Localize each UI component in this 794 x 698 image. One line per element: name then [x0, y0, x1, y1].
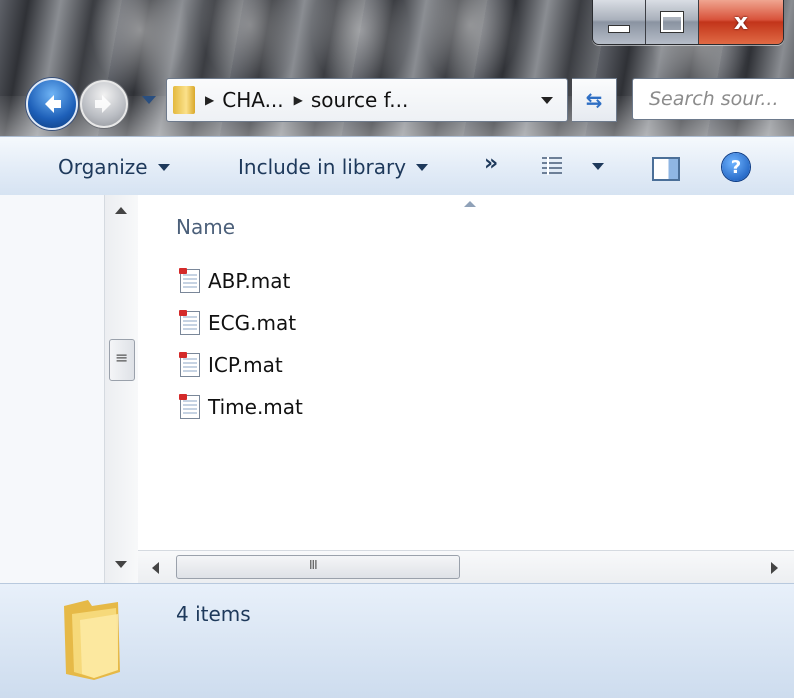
scroll-left-icon[interactable]	[152, 562, 159, 574]
organize-label: Organize	[58, 155, 148, 179]
include-in-library-button[interactable]: Include in library	[238, 155, 429, 179]
file-list: Name ABP.mat ECG.mat ICP.mat Time.mat	[138, 195, 794, 567]
file-name: ECG.mat	[208, 311, 297, 335]
chevron-down-icon	[592, 162, 604, 170]
include-in-library-label: Include in library	[238, 155, 407, 179]
minimize-button[interactable]	[593, 0, 646, 44]
list-item[interactable]: Time.mat	[179, 394, 303, 419]
mat-file-icon	[179, 268, 200, 293]
close-button[interactable]: x	[699, 0, 783, 44]
help-button[interactable]: ?	[722, 153, 750, 181]
breadcrumb-item[interactable]: source f...	[311, 88, 408, 112]
item-count: 4 items	[176, 602, 251, 626]
organize-button[interactable]: Organize	[58, 155, 170, 179]
navigation-pane[interactable]	[0, 195, 105, 583]
scroll-thumb[interactable]	[176, 555, 460, 579]
search-input[interactable]: Search sour...	[632, 78, 794, 120]
mat-file-icon	[179, 352, 200, 377]
file-name: ICP.mat	[208, 353, 283, 377]
close-icon: x	[733, 9, 749, 35]
navigation-scrollbar[interactable]	[104, 195, 140, 583]
chevron-down-icon	[416, 163, 429, 171]
maximize-button[interactable]	[646, 0, 699, 44]
breadcrumb-separator-icon[interactable]: ▶	[205, 93, 214, 107]
details-view-icon	[542, 157, 562, 175]
file-name: ABP.mat	[208, 269, 291, 293]
address-dropdown-icon[interactable]	[541, 96, 553, 104]
command-bar: Organize Include in library » ?	[0, 136, 794, 196]
change-view-button[interactable]	[542, 157, 604, 175]
list-item[interactable]: ECG.mat	[179, 310, 297, 335]
refresh-icon: ⇆	[585, 88, 603, 112]
chevron-down-icon	[157, 163, 170, 171]
more-commands-button[interactable]: »	[484, 151, 498, 176]
sort-ascending-icon	[464, 201, 476, 207]
file-name: Time.mat	[208, 395, 303, 419]
column-header-name[interactable]: Name	[176, 215, 235, 239]
mat-file-icon	[179, 310, 200, 335]
scroll-right-icon[interactable]	[771, 562, 778, 574]
search-placeholder: Search sour...	[649, 88, 779, 110]
scroll-up-icon[interactable]	[115, 207, 127, 214]
back-button[interactable]	[26, 78, 78, 130]
horizontal-scrollbar[interactable]	[138, 550, 794, 584]
maximize-icon	[660, 11, 684, 33]
folder-icon	[64, 600, 120, 680]
refresh-button[interactable]: ⇆	[572, 78, 617, 122]
back-arrow-icon	[45, 95, 61, 113]
caption-buttons: x	[592, 0, 784, 45]
folder-icon	[173, 86, 195, 114]
forward-arrow-icon	[95, 95, 111, 113]
minimize-icon	[608, 25, 630, 33]
scroll-down-icon[interactable]	[115, 561, 127, 568]
list-item[interactable]: ICP.mat	[179, 352, 283, 377]
mat-file-icon	[179, 394, 200, 419]
help-icon: ?	[730, 156, 742, 178]
details-pane: 4 items	[0, 583, 794, 698]
preview-pane-button[interactable]	[652, 157, 680, 181]
explorer-window: x ▶ CHA... ▶ source f... ⇆ Search sour..…	[0, 0, 794, 698]
recent-pages-dropdown[interactable]	[142, 96, 156, 104]
address-bar[interactable]: ▶ CHA... ▶ source f...	[166, 78, 568, 122]
forward-button[interactable]	[80, 80, 128, 128]
breadcrumb-item[interactable]: CHA...	[222, 88, 283, 112]
breadcrumb-separator-icon[interactable]: ▶	[294, 93, 303, 107]
list-item[interactable]: ABP.mat	[179, 268, 291, 293]
scroll-thumb[interactable]	[109, 339, 135, 381]
